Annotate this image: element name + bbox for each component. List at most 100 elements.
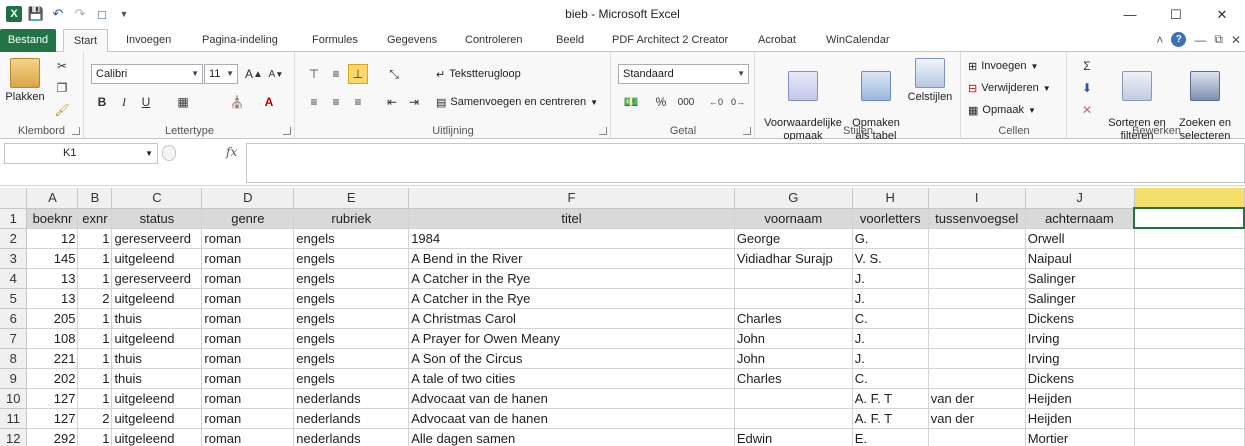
cell[interactable]: E.	[852, 428, 929, 446]
cell[interactable]: Advocaat van de hanen	[408, 388, 735, 409]
cell[interactable]	[1134, 428, 1245, 446]
copy-icon[interactable]: ❐	[52, 78, 72, 98]
cell[interactable]: A Catcher in the Rye	[408, 288, 735, 309]
percent-button[interactable]: %	[652, 92, 670, 112]
minimize-ribbon-icon[interactable]: ˄	[1156, 33, 1163, 47]
row-header[interactable]: 4	[0, 268, 28, 289]
cell[interactable]: thuis	[111, 348, 203, 369]
column-header[interactable]: H	[852, 188, 929, 209]
cell[interactable]: uitgeleend	[111, 248, 203, 269]
cell[interactable]: A Son of the Circus	[408, 348, 735, 369]
cell[interactable]	[928, 288, 1026, 309]
cell[interactable]: Orwell	[1025, 228, 1135, 249]
cell[interactable]: engels	[293, 228, 410, 249]
shrink-font-icon[interactable]: A ▼	[265, 64, 287, 84]
cell[interactable]	[928, 368, 1026, 389]
cell[interactable]: V. S.	[852, 248, 929, 269]
bold-button[interactable]: B	[93, 92, 111, 112]
cell[interactable]: A. F. T	[852, 388, 929, 409]
cell[interactable]: 13	[26, 288, 79, 309]
cell[interactable]: roman	[201, 288, 295, 309]
align-left-icon[interactable]: ≡	[304, 92, 324, 112]
cell[interactable]: John	[734, 348, 853, 369]
cell-styles-button[interactable]: Celstijlen	[904, 58, 956, 104]
cell[interactable]: J.	[852, 348, 929, 369]
active-cell-k1[interactable]	[1133, 207, 1245, 229]
header-cell[interactable]: rubriek	[293, 208, 410, 229]
cell[interactable]: gereserveerd	[111, 228, 203, 249]
decrease-decimal-icon[interactable]: 0→	[728, 92, 748, 112]
column-header[interactable]: C	[111, 188, 203, 209]
italic-button[interactable]: I	[115, 92, 133, 112]
increase-decimal-icon[interactable]: ←0	[706, 92, 726, 112]
cell[interactable]	[1134, 228, 1245, 249]
cell[interactable]	[734, 288, 853, 309]
cell[interactable]: 145	[26, 248, 79, 269]
cell[interactable]: Salinger	[1025, 288, 1135, 309]
cell[interactable]: 1	[77, 228, 113, 249]
accounting-format-icon[interactable]: 💵	[618, 92, 644, 112]
cell[interactable]: engels	[293, 308, 410, 329]
header-cell[interactable]: exnr	[77, 208, 113, 229]
row-header[interactable]: 2	[0, 228, 28, 249]
cell[interactable]: Mortier	[1025, 428, 1135, 446]
cell[interactable]: Alle dagen samen	[408, 428, 735, 446]
column-header-selected[interactable]	[1134, 188, 1245, 209]
cell[interactable]: roman	[201, 408, 295, 429]
cell[interactable]: A Bend in the River	[408, 248, 735, 269]
cell[interactable]	[1134, 368, 1245, 389]
cell[interactable]: 108	[26, 328, 79, 349]
delete-cells-button[interactable]: ⊟ Verwijderen ▼	[968, 78, 1051, 98]
header-cell[interactable]: voornaam	[734, 208, 853, 229]
cell[interactable]: engels	[293, 368, 410, 389]
insert-function-icon[interactable]: fx	[226, 145, 237, 159]
cell[interactable]: John	[734, 328, 853, 349]
cell[interactable]: engels	[293, 248, 410, 269]
column-header[interactable]: E	[293, 188, 410, 209]
cell[interactable]: uitgeleend	[111, 388, 203, 409]
tab-invoegen[interactable]: Invoegen	[122, 29, 175, 52]
autosum-icon[interactable]: Σ	[1074, 56, 1100, 76]
cell[interactable]: 1	[77, 268, 113, 289]
workbook-restore-icon[interactable]: ⧉	[1214, 32, 1223, 47]
cell[interactable]: A Prayer for Owen Meany	[408, 328, 735, 349]
orientation-icon[interactable]: ⤡	[382, 64, 406, 84]
font-name-select[interactable]: Calibri ▼	[91, 64, 203, 84]
merge-center-button[interactable]: ▤ Samenvoegen en centreren ▼	[436, 92, 598, 112]
cell[interactable]: 2	[77, 288, 113, 309]
cell[interactable]: engels	[293, 268, 410, 289]
cell[interactable]	[1134, 388, 1245, 409]
column-header[interactable]: B	[77, 188, 113, 209]
column-header[interactable]: A	[26, 188, 79, 209]
cell[interactable]	[1134, 328, 1245, 349]
cell[interactable]	[928, 248, 1026, 269]
cell[interactable]	[928, 268, 1026, 289]
cell[interactable]: thuis	[111, 368, 203, 389]
column-header[interactable]: D	[201, 188, 295, 209]
cell[interactable]: Salinger	[1025, 268, 1135, 289]
row-header[interactable]: 1	[0, 208, 28, 229]
cell[interactable]: Heijden	[1025, 388, 1135, 409]
header-cell[interactable]: tussenvoegsel	[928, 208, 1026, 229]
tab-beeld[interactable]: Beeld	[552, 29, 588, 52]
align-middle-icon[interactable]: ≡	[326, 64, 346, 84]
tab-controleren[interactable]: Controleren	[461, 29, 526, 52]
cell[interactable]: 12	[26, 228, 79, 249]
increase-indent-icon[interactable]: ⇥	[404, 92, 424, 112]
cell[interactable]: 1984	[408, 228, 735, 249]
cell[interactable]: George	[734, 228, 853, 249]
row-header[interactable]: 7	[0, 328, 28, 349]
cell[interactable]: 1	[77, 248, 113, 269]
cell[interactable]: Charles	[734, 308, 853, 329]
cell[interactable]: Edwin	[734, 428, 853, 446]
fill-color-icon[interactable]: ⛪	[225, 92, 249, 112]
cell[interactable]: 205	[26, 308, 79, 329]
cell[interactable]: 202	[26, 368, 79, 389]
tab-start[interactable]: Start	[63, 29, 108, 53]
underline-button[interactable]: U	[137, 92, 155, 112]
cell[interactable]: Irving	[1025, 348, 1135, 369]
cell[interactable]: engels	[293, 348, 410, 369]
format-cells-button[interactable]: ▦ Opmaak ▼	[968, 100, 1036, 120]
cell[interactable]: 127	[26, 408, 79, 429]
cell[interactable]: van der	[928, 408, 1026, 429]
